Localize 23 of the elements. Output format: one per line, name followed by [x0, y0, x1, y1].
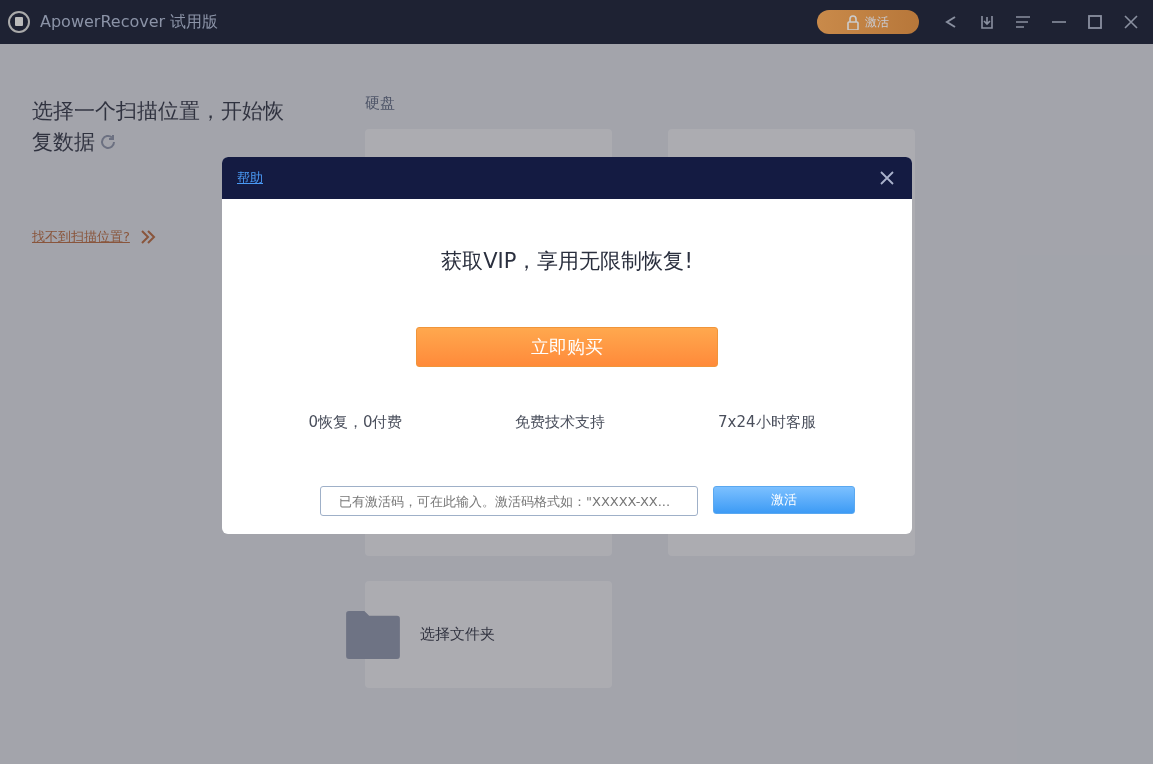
app-logo-icon — [6, 9, 32, 35]
feature-text: 免费技术支持 — [515, 413, 606, 432]
close-icon[interactable] — [1123, 14, 1139, 30]
scan-heading: 选择一个扫描位置，开始恢复数据 — [32, 98, 285, 156]
feature-text: 7x24小时客服 — [718, 413, 816, 432]
close-icon[interactable] — [880, 171, 894, 185]
dialog-headline: 获取VIP，享用无限制恢复! — [440, 248, 694, 275]
folder-icon — [346, 610, 400, 659]
download-icon[interactable] — [979, 14, 995, 30]
activate-button[interactable]: 激活 — [713, 486, 855, 514]
buy-now-button[interactable]: 立即购买 — [416, 327, 718, 367]
activate-button[interactable]: 激活 — [817, 10, 919, 34]
lock-icon — [847, 14, 859, 30]
folder-card-label: 选择文件夹 — [420, 625, 495, 644]
feature-text: 0恢复，0付费 — [308, 413, 403, 432]
section-label: 硬盘 — [365, 94, 396, 113]
window-title: ApowerRecover 试用版 — [40, 11, 220, 33]
double-chevron-icon — [139, 229, 156, 245]
menu-icon[interactable] — [1015, 14, 1031, 30]
maximize-icon[interactable] — [1087, 14, 1103, 30]
help-link[interactable]: 帮助 — [237, 169, 263, 187]
activation-code-field[interactable]: 已有激活码，可在此输入。激活码格式如："XXXXX-XX... — [320, 486, 698, 516]
help-link[interactable]: 找不到扫描位置? — [32, 228, 130, 246]
